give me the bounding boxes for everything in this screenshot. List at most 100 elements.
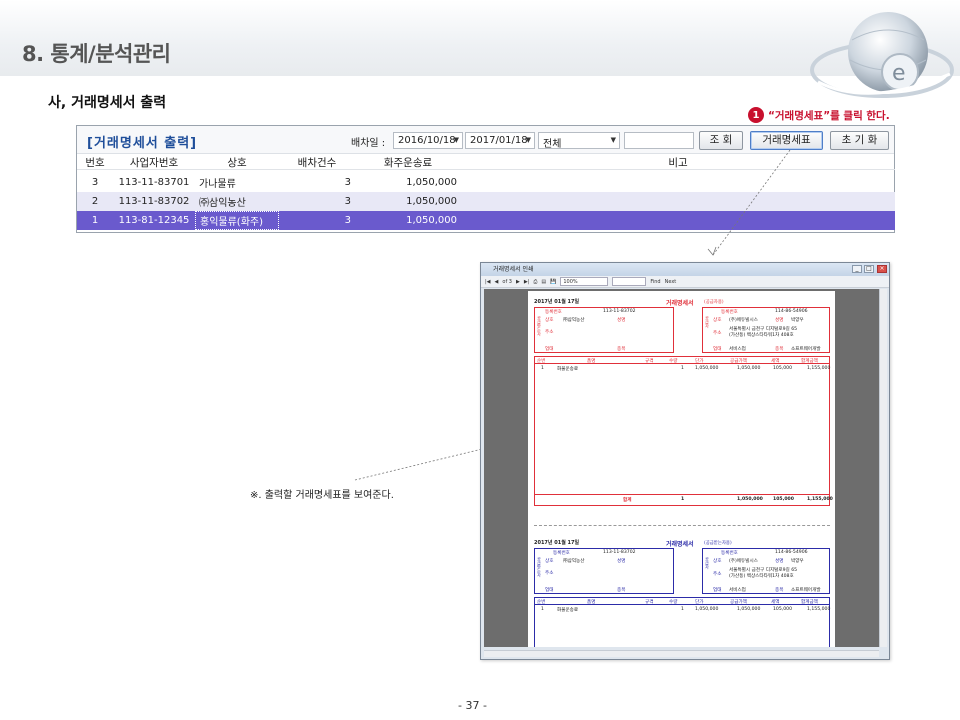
supplier-item: 소프트웨어개발 — [791, 588, 821, 593]
preview-window-title: 거래명세서 인쇄 — [493, 266, 534, 273]
line-item: 화물운송료 — [557, 608, 579, 613]
invoice-page: 2017년 01월 17일 거래명세서 (공급자용) 공급받는자 등록번호 11… — [528, 291, 835, 647]
supplier-addr-line2: (가산동) 백상스타타워1차 408호 — [729, 574, 794, 579]
preview-toolbar: |◀ ◀ of 3 ▶ ▶| ⎙ ▤ 💾 100% Find Next — [481, 276, 889, 288]
invoice-date: 2017년 01월 17일 — [534, 540, 580, 546]
row-note — [461, 211, 895, 230]
table-row-selected[interactable]: 1 113-81-12345 홍익물류(화주) 3 1,050,000 — [77, 211, 895, 230]
label-ceo: 성명 — [617, 559, 626, 564]
invoice-lines-table: 순번 품명 규격 수량 단가 공급가액 세액 합계금액 1 화물운송료 1 1,… — [534, 356, 833, 506]
label-item: 종목 — [617, 347, 626, 352]
search-input[interactable] — [624, 132, 694, 149]
last-page-icon[interactable]: ▶| — [524, 279, 530, 285]
sum-tax: 105,000 — [773, 497, 794, 502]
buyer-reg-no: 113-11-83702 — [603, 309, 636, 314]
date-to-picker[interactable]: 2017/01/18 ▼ — [465, 132, 535, 149]
filter-value: 전체 — [543, 139, 562, 150]
label-name: 상호 — [713, 559, 722, 564]
vertical-scrollbar[interactable] — [879, 289, 887, 647]
line-tax: 105,000 — [773, 366, 792, 371]
callout: 1 “거래명세표”를 클릭 한다. — [748, 107, 890, 123]
invoice-button[interactable]: 거래명세표 — [750, 131, 823, 150]
col-qty-header: 수량 — [669, 359, 678, 364]
export-icon[interactable]: 💾 — [550, 279, 556, 285]
label-ceo: 성명 — [617, 318, 626, 323]
find-input[interactable] — [612, 277, 647, 286]
table-row[interactable]: 3 113-11-83701 가나물류 3 1,050,000 — [77, 173, 895, 192]
column-header[interactable]: 사업자번호 — [113, 156, 195, 169]
row-biz-no: 113-11-83702 — [118, 196, 190, 207]
date-from-value: 2016/10/18 — [398, 135, 456, 146]
row-company: 홍익물류(화주) — [195, 211, 279, 230]
search-button[interactable]: 조 회 — [699, 131, 743, 150]
supplier-box: 공급자 등록번호 114-86-54906 상호 (주)에듀빌시스 성명 박양우… — [702, 307, 830, 353]
label-name: 상호 — [545, 559, 554, 564]
lines-header — [535, 598, 829, 605]
col-no-header: 순번 — [537, 359, 546, 364]
zoom-select[interactable]: 100% — [560, 277, 609, 286]
col-total-header: 합계금액 — [801, 359, 818, 364]
label-ceo: 성명 — [775, 559, 784, 564]
next-page-icon[interactable]: ▶ — [516, 279, 520, 285]
maximize-icon[interactable]: □ — [864, 265, 874, 273]
buyer-side-label: 공급받는자 — [537, 557, 542, 577]
label-addr: 주소 — [545, 571, 554, 576]
col-total-header: 합계금액 — [801, 600, 818, 605]
panel-title: [거래명세서 출력] — [87, 136, 198, 151]
line-tax: 105,000 — [773, 607, 792, 612]
invoice-date: 2017년 01월 17일 — [534, 299, 580, 305]
preview-canvas: 2017년 01월 17일 거래명세서 (공급자용) 공급받는자 등록번호 11… — [484, 289, 879, 647]
toolbar: [거래명세서 출력] 배차일 : 2016/10/18 ▼ 2017/01/18… — [77, 126, 894, 154]
callout-number-badge: 1 — [748, 107, 764, 123]
callout-text: “거래명세표”를 클릭 한다. — [768, 109, 890, 122]
supplier-ceo: 박양우 — [791, 559, 804, 564]
supplier-reg-no: 114-86-54906 — [775, 309, 808, 314]
print-icon[interactable]: ⎙ — [533, 279, 537, 285]
horizontal-scrollbar[interactable] — [484, 650, 879, 657]
page-number: - 37 - — [458, 699, 487, 712]
row-company: 가나물류 — [199, 179, 236, 190]
column-header[interactable]: 화주운송료 — [355, 156, 461, 169]
sum-qty: 1 — [681, 497, 685, 502]
minimize-icon[interactable]: _ — [852, 265, 862, 273]
invoice-supplier-copy: 2017년 01월 17일 거래명세서 (공급자용) 공급받는자 등록번호 11… — [534, 298, 833, 518]
reset-button[interactable]: 초 기 화 — [830, 131, 889, 150]
date-from-picker[interactable]: 2016/10/18 ▼ — [393, 132, 463, 149]
next-link[interactable]: Next — [665, 279, 677, 285]
section-title: 사, 거래명세서 출력 — [48, 95, 167, 111]
buyer-name: ㈜삼익농산 — [563, 318, 585, 323]
column-header[interactable]: 배차건수 — [279, 156, 355, 169]
label-addr: 주소 — [713, 331, 722, 336]
prev-page-icon[interactable]: ◀ — [495, 279, 499, 285]
filter-select[interactable]: 전체 ▼ — [538, 132, 620, 150]
label-addr: 주소 — [545, 330, 554, 335]
row-fee: 1,050,000 — [406, 196, 457, 207]
column-header[interactable]: 비고 — [461, 156, 895, 169]
chevron-down-icon: ▼ — [453, 136, 459, 144]
line-amount: 1,050,000 — [737, 366, 761, 371]
buyer-box: 공급받는자 등록번호 113-11-83702 상호 ㈜삼익농산 성명 주소 업… — [534, 548, 674, 594]
col-spec-header: 규격 — [645, 600, 654, 605]
supplier-reg-no: 114-86-54906 — [775, 550, 808, 555]
label-addr: 주소 — [713, 572, 722, 577]
close-icon[interactable]: × — [877, 265, 887, 273]
supplier-item: 소프트웨어개발 — [791, 347, 821, 352]
label-type: 업태 — [713, 588, 722, 593]
line-qty: 1 — [681, 366, 684, 371]
column-header[interactable]: 번호 — [77, 156, 113, 169]
chevron-down-icon: ▼ — [610, 136, 616, 144]
print-preview-window[interactable]: 거래명세서 인쇄 _ □ × |◀ ◀ of 3 ▶ ▶| ⎙ ▤ 💾 100%… — [480, 262, 890, 660]
label-type: 업태 — [545, 588, 554, 593]
layout-icon[interactable]: ▤ — [541, 279, 546, 285]
supplier-name: (주)에듀빌시스 — [729, 318, 758, 323]
row-biz-no: 113-11-83701 — [118, 177, 190, 188]
row-note — [461, 173, 895, 192]
col-no-header: 순번 — [537, 600, 546, 605]
find-link[interactable]: Find — [650, 279, 660, 285]
table-row[interactable]: 2 113-11-83702 ㈜삼익농산 3 1,050,000 — [77, 192, 895, 211]
first-page-icon[interactable]: |◀ — [485, 279, 491, 285]
col-qty-header: 수량 — [669, 600, 678, 605]
globe-logo-icon: e — [810, 12, 954, 98]
column-header[interactable]: 상호 — [195, 156, 279, 169]
line-price: 1,050,000 — [695, 366, 719, 371]
